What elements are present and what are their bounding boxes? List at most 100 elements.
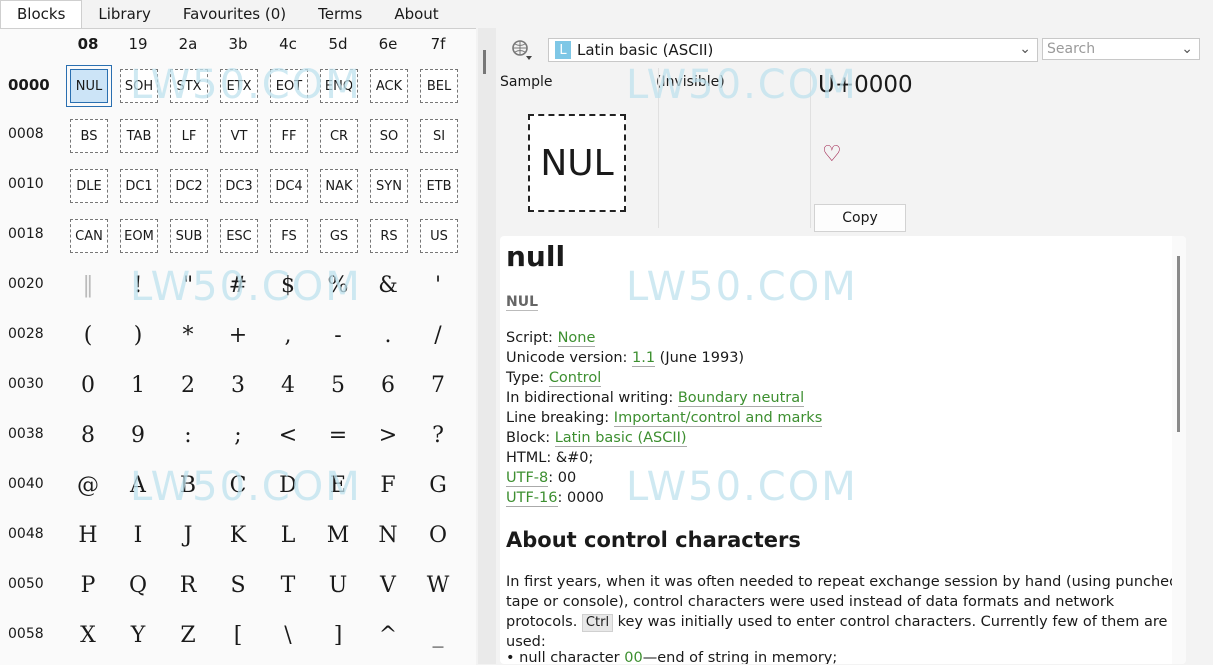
character-cell[interactable]: SOH xyxy=(120,69,158,103)
block-select[interactable]: L Latin basic (ASCII) ⌄ xyxy=(548,38,1038,62)
character-cell[interactable]: ! xyxy=(122,269,154,301)
character-cell[interactable]: ‖ xyxy=(72,269,104,301)
character-cell[interactable]: W xyxy=(422,569,454,601)
character-cell[interactable]: \ xyxy=(272,619,304,651)
character-cell[interactable]: ; xyxy=(222,419,254,451)
character-cell[interactable]: LF xyxy=(170,119,208,153)
character-cell[interactable]: ETB xyxy=(420,169,458,203)
character-cell[interactable]: DLE xyxy=(70,169,108,203)
script-link[interactable]: None xyxy=(557,330,596,347)
character-cell[interactable]: 1 xyxy=(122,369,154,401)
character-cell[interactable]: . xyxy=(372,319,404,351)
character-cell[interactable]: > xyxy=(372,419,404,451)
tab-library[interactable]: Library xyxy=(82,4,166,28)
character-cell[interactable]: U xyxy=(322,569,354,601)
character-cell[interactable]: Q xyxy=(122,569,154,601)
character-cell[interactable]: M xyxy=(322,519,354,551)
character-cell[interactable]: H xyxy=(72,519,104,551)
character-cell[interactable]: L xyxy=(272,519,304,551)
utf8-link[interactable]: UTF-8 xyxy=(506,470,549,487)
character-cell[interactable]: TAB xyxy=(120,119,158,153)
character-cell[interactable]: 8 xyxy=(72,419,104,451)
character-cell[interactable]: SUB xyxy=(170,219,208,253)
character-cell[interactable]: ETX xyxy=(220,69,258,103)
block-link[interactable]: Latin basic (ASCII) xyxy=(554,430,687,447)
character-cell[interactable]: US xyxy=(420,219,458,253)
character-cell[interactable]: [ xyxy=(222,619,254,651)
character-cell[interactable]: 9 xyxy=(122,419,154,451)
character-cell[interactable]: A xyxy=(122,469,154,501)
tab-blocks[interactable]: Blocks xyxy=(0,0,83,28)
character-cell[interactable]: , xyxy=(272,319,304,351)
character-cell[interactable]: Z xyxy=(172,619,204,651)
character-cell[interactable]: SI xyxy=(420,119,458,153)
character-cell[interactable]: < xyxy=(272,419,304,451)
character-cell[interactable]: O xyxy=(422,519,454,551)
character-cell[interactable]: ) xyxy=(122,319,154,351)
utf16-link[interactable]: UTF-16 xyxy=(506,490,558,507)
character-cell[interactable]: RS xyxy=(370,219,408,253)
character-cell[interactable]: - xyxy=(322,319,354,351)
line-breaking-link[interactable]: Important/control and marks xyxy=(613,410,823,427)
character-cell[interactable]: # xyxy=(222,269,254,301)
character-cell[interactable]: FS xyxy=(270,219,308,253)
splitter-grip[interactable] xyxy=(483,50,486,74)
character-cell[interactable]: + xyxy=(222,319,254,351)
character-cell[interactable]: NUL xyxy=(66,65,112,107)
codepoint-field[interactable]: U+0000 xyxy=(818,72,913,98)
character-cell[interactable]: _ xyxy=(422,619,454,651)
character-cell[interactable]: = xyxy=(322,419,354,451)
character-cell[interactable]: NAK xyxy=(320,169,358,203)
character-cell[interactable]: DC2 xyxy=(170,169,208,203)
character-cell[interactable]: 6 xyxy=(372,369,404,401)
character-cell[interactable]: V xyxy=(372,569,404,601)
font-settings-icon[interactable] xyxy=(508,36,536,64)
character-cell[interactable]: SYN xyxy=(370,169,408,203)
character-cell[interactable]: BEL xyxy=(420,69,458,103)
character-cell[interactable]: ACK xyxy=(370,69,408,103)
character-cell[interactable]: & xyxy=(372,269,404,301)
pane-splitter[interactable] xyxy=(478,28,496,664)
character-cell[interactable]: X xyxy=(72,619,104,651)
character-cell[interactable]: ' xyxy=(422,269,454,301)
copy-button[interactable]: Copy xyxy=(814,204,906,232)
character-cell[interactable]: DC4 xyxy=(270,169,308,203)
bidi-link[interactable]: Boundary neutral xyxy=(677,390,805,407)
tab-favourites-0[interactable]: Favourites (0) xyxy=(167,4,302,28)
character-cell[interactable]: I xyxy=(122,519,154,551)
character-cell[interactable]: 0 xyxy=(72,369,104,401)
character-cell[interactable]: SO xyxy=(370,119,408,153)
character-cell[interactable]: 4 xyxy=(272,369,304,401)
scrollbar[interactable] xyxy=(1172,236,1186,664)
character-cell[interactable]: * xyxy=(172,319,204,351)
character-cell[interactable]: ? xyxy=(422,419,454,451)
character-cell[interactable]: DC3 xyxy=(220,169,258,203)
scrollbar-thumb[interactable] xyxy=(1177,256,1180,432)
character-cell[interactable]: GS xyxy=(320,219,358,253)
type-link[interactable]: Control xyxy=(548,370,602,387)
character-cell[interactable]: G xyxy=(422,469,454,501)
character-cell[interactable]: B xyxy=(172,469,204,501)
character-cell[interactable]: STX xyxy=(170,69,208,103)
character-cell[interactable]: 7 xyxy=(422,369,454,401)
character-cell[interactable]: J xyxy=(172,519,204,551)
search-input[interactable]: Search ⌄ xyxy=(1042,38,1200,60)
character-cell[interactable]: C xyxy=(222,469,254,501)
character-cell[interactable]: 5 xyxy=(322,369,354,401)
character-cell[interactable]: EOM xyxy=(120,219,158,253)
tab-about[interactable]: About xyxy=(378,4,454,28)
character-cell[interactable]: D xyxy=(272,469,304,501)
character-cell[interactable]: P xyxy=(72,569,104,601)
character-cell[interactable]: ENQ xyxy=(320,69,358,103)
character-cell[interactable]: 3 xyxy=(222,369,254,401)
version-link[interactable]: 1.1 xyxy=(632,350,656,367)
character-cell[interactable]: R xyxy=(172,569,204,601)
character-cell[interactable]: CR xyxy=(320,119,358,153)
favourite-heart-icon[interactable]: ♡ xyxy=(822,142,842,167)
character-cell[interactable]: FF xyxy=(270,119,308,153)
character-cell[interactable]: CAN xyxy=(70,219,108,253)
character-cell[interactable]: 2 xyxy=(172,369,204,401)
character-cell[interactable]: EOT xyxy=(270,69,308,103)
character-cell[interactable]: ] xyxy=(322,619,354,651)
character-cell[interactable]: K xyxy=(222,519,254,551)
